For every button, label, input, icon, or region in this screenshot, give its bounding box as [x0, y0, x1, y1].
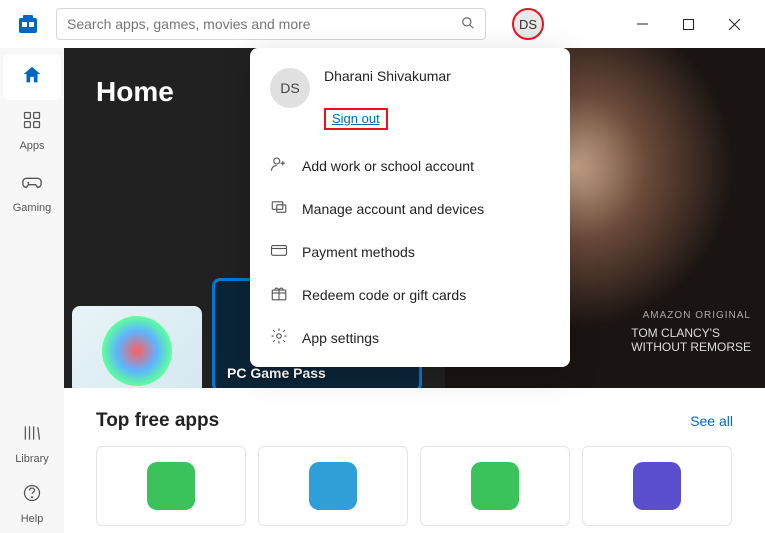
user-email-redacted — [324, 86, 550, 102]
account-popover: DS Dharani Shivakumar Sign out Add work … — [250, 48, 570, 367]
apps-icon — [22, 110, 42, 136]
app-icon — [633, 462, 681, 510]
popover-item-label: Redeem code or gift cards — [302, 287, 466, 303]
popover-item-settings[interactable]: App settings — [250, 316, 570, 359]
hero-card-label: PC Game Pass — [227, 365, 326, 381]
titlebar: DS — [0, 0, 765, 48]
hero-movie-label-2: TOM CLANCY'SWITHOUT REMORSE — [631, 326, 751, 354]
add-account-icon — [270, 155, 288, 176]
store-logo-icon — [16, 12, 40, 36]
sidebar-item-label: Library — [15, 453, 49, 465]
gear-icon — [270, 327, 288, 348]
search-input[interactable] — [67, 16, 461, 32]
popover-item-label: Manage account and devices — [302, 201, 484, 217]
close-button[interactable] — [711, 8, 757, 40]
payment-icon — [270, 241, 288, 262]
user-name: Dharani Shivakumar — [324, 68, 550, 84]
app-icon — [471, 462, 519, 510]
search-icon[interactable] — [461, 16, 475, 33]
help-icon — [22, 483, 42, 509]
home-icon — [21, 64, 43, 92]
popover-item-label: App settings — [302, 330, 379, 346]
sidebar-item-label: Help — [21, 513, 44, 525]
app-icon — [309, 462, 357, 510]
popover-item-payment[interactable]: Payment methods — [250, 230, 570, 273]
app-icon — [147, 462, 195, 510]
top-free-apps-section: Top free apps See all — [64, 388, 765, 526]
popover-item-label: Payment methods — [302, 244, 415, 260]
sidebar-item-library[interactable]: Library — [3, 413, 61, 473]
app-card[interactable] — [258, 446, 408, 526]
library-icon — [22, 423, 42, 449]
sidebar-item-label: Gaming — [13, 202, 52, 214]
section-title: Top free apps — [96, 410, 219, 432]
popover-item-add-account[interactable]: Add work or school account — [250, 144, 570, 187]
sidebar-item-apps[interactable]: Apps — [3, 100, 61, 160]
sidebar: Apps Gaming Library Help — [0, 48, 64, 533]
manage-account-icon — [270, 198, 288, 219]
app-card[interactable] — [582, 446, 732, 526]
popover-item-manage-account[interactable]: Manage account and devices — [250, 187, 570, 230]
amazon-original-label: AMAZON ORIGINAL — [643, 310, 751, 321]
app-card[interactable] — [96, 446, 246, 526]
redeem-icon — [270, 284, 288, 305]
see-all-link[interactable]: See all — [690, 413, 733, 429]
sidebar-item-help[interactable]: Help — [3, 473, 61, 533]
sidebar-item-home[interactable] — [3, 54, 61, 100]
search-box[interactable] — [56, 8, 486, 40]
gaming-icon — [21, 170, 43, 198]
sidebar-item-label: Apps — [19, 140, 44, 152]
popover-avatar: DS — [270, 68, 310, 108]
profile-button[interactable]: DS — [512, 8, 544, 40]
popover-item-redeem[interactable]: Redeem code or gift cards — [250, 273, 570, 316]
app-art-icon — [102, 316, 172, 386]
minimize-button[interactable] — [619, 8, 665, 40]
sidebar-item-gaming[interactable]: Gaming — [3, 160, 61, 222]
popover-item-label: Add work or school account — [302, 158, 474, 174]
maximize-button[interactable] — [665, 8, 711, 40]
window-controls — [619, 8, 757, 40]
popover-header: DS Dharani Shivakumar Sign out — [250, 64, 570, 144]
hero-card-canva[interactable] — [72, 306, 202, 388]
app-card[interactable] — [420, 446, 570, 526]
sign-out-link[interactable]: Sign out — [328, 110, 384, 127]
